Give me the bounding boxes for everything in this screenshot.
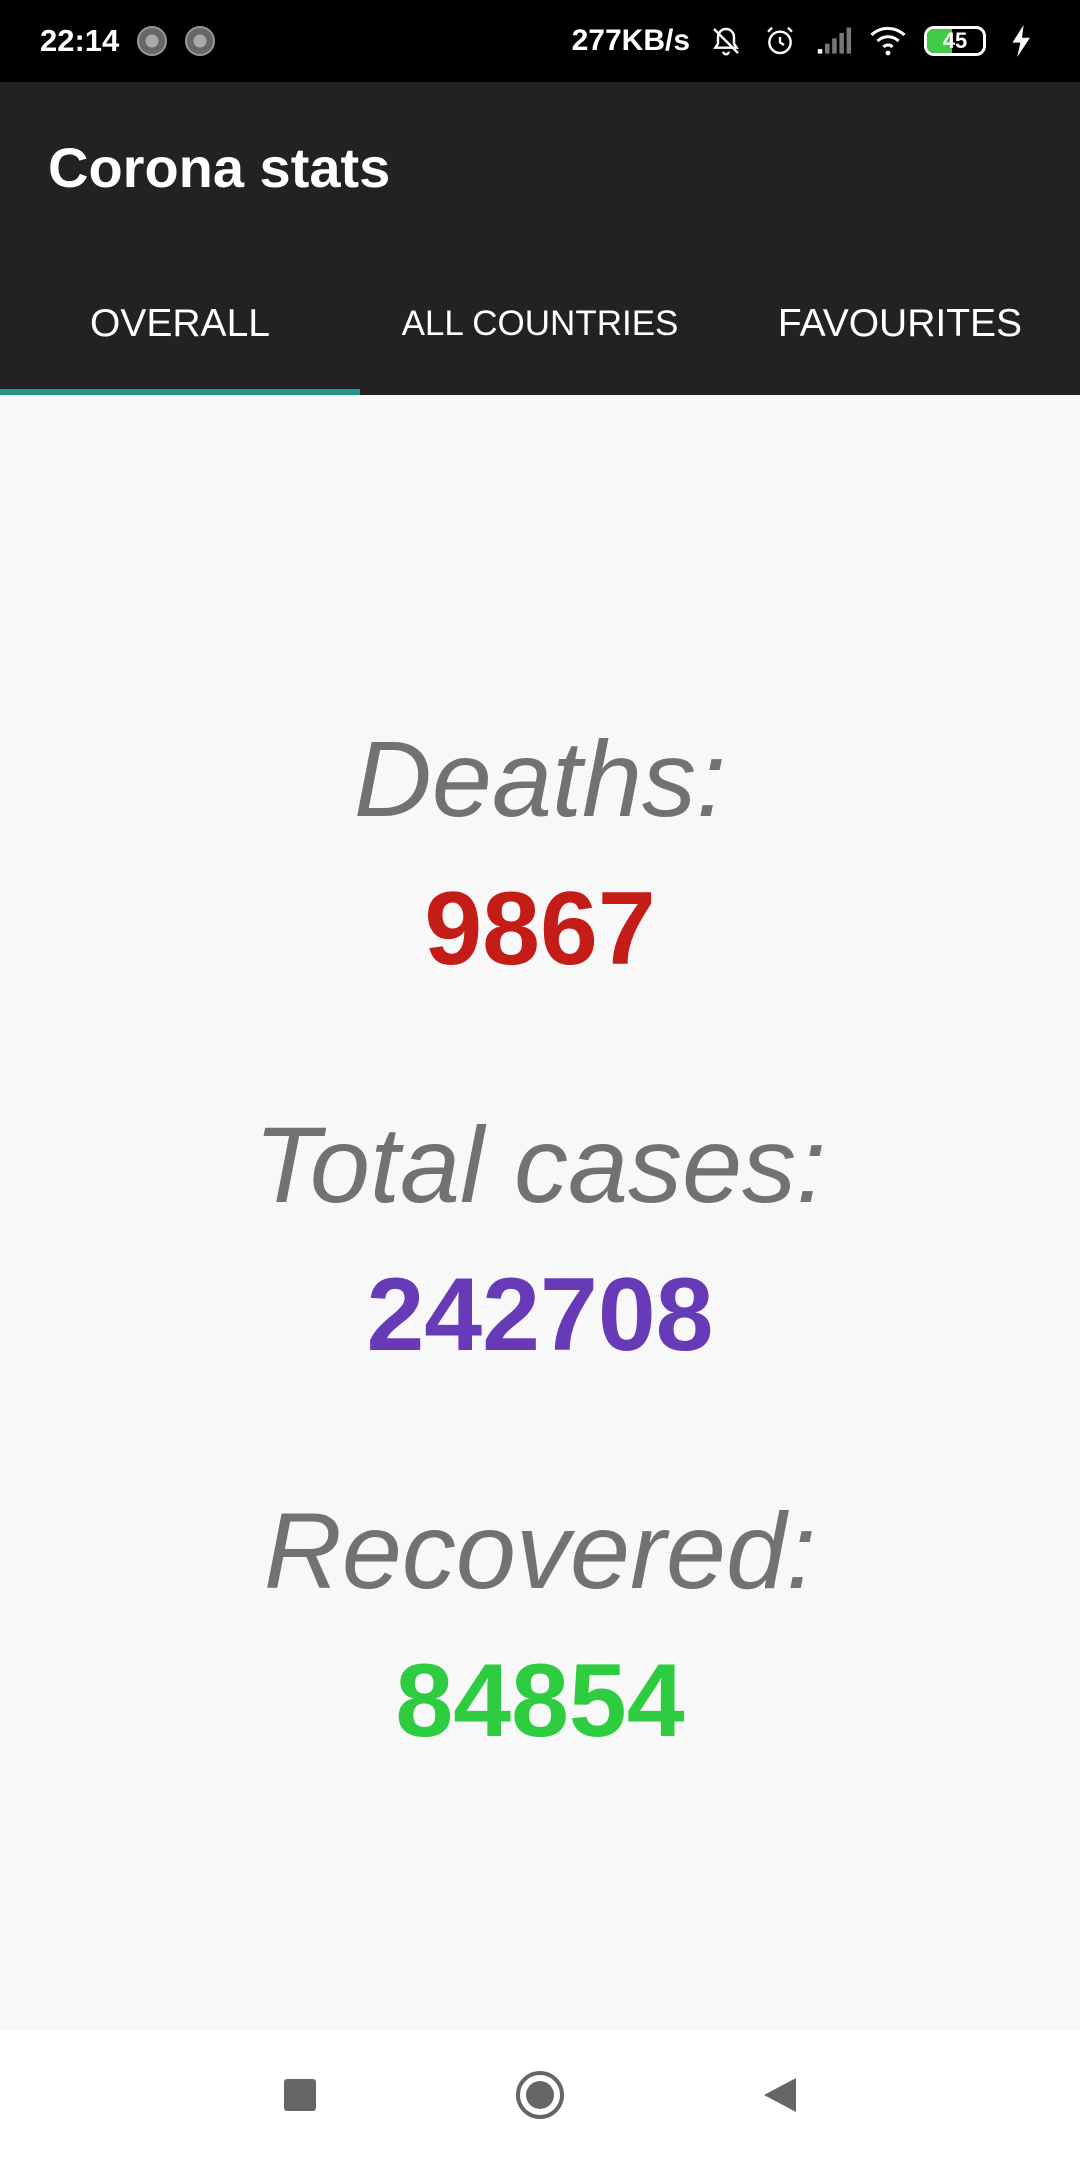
recovered-label: Recovered: — [263, 1490, 817, 1611]
recovered-stat: Recovered: 84854 — [0, 1490, 1080, 1759]
wifi-icon — [870, 23, 906, 59]
app-bar: Corona stats — [0, 82, 1080, 252]
battery-icon: 45 — [924, 26, 986, 56]
status-bar: 22:14 277KB/s 45 — [0, 0, 1080, 82]
overall-stats-panel: Deaths: 9867 Total cases: 242708 Recover… — [0, 395, 1080, 2030]
network-speed: 277KB/s — [571, 24, 690, 57]
tab-overall[interactable]: OVERALL — [0, 252, 360, 395]
sync-icon — [137, 26, 168, 56]
tab-all-countries[interactable]: ALL COUNTRIES — [360, 252, 720, 395]
total-cases-value: 242708 — [366, 1257, 714, 1373]
tab-favourites[interactable]: FAVOURITES — [720, 252, 1080, 395]
total-cases-stat: Total cases: 242708 — [0, 1104, 1080, 1373]
sync-icon — [185, 26, 216, 56]
battery-level: 45 — [942, 28, 968, 53]
signal-icon — [816, 23, 852, 59]
alarm-icon — [762, 23, 798, 59]
deaths-value: 9867 — [424, 871, 656, 987]
recents-icon[interactable] — [270, 2065, 330, 2125]
total-cases-label: Total cases: — [253, 1104, 827, 1225]
charging-icon — [1004, 23, 1040, 59]
recovered-value: 84854 — [395, 1643, 685, 1759]
back-icon[interactable] — [750, 2065, 810, 2125]
deaths-label: Deaths: — [353, 718, 727, 839]
app-title: Corona stats — [48, 135, 391, 199]
deaths-stat: Deaths: 9867 — [0, 718, 1080, 987]
home-icon[interactable] — [510, 2065, 570, 2125]
bell-off-icon — [708, 23, 744, 59]
tab-bar: OVERALL ALL COUNTRIES FAVOURITES — [0, 252, 1080, 395]
system-nav-bar — [0, 2030, 1080, 2160]
status-time: 22:14 — [40, 23, 120, 58]
